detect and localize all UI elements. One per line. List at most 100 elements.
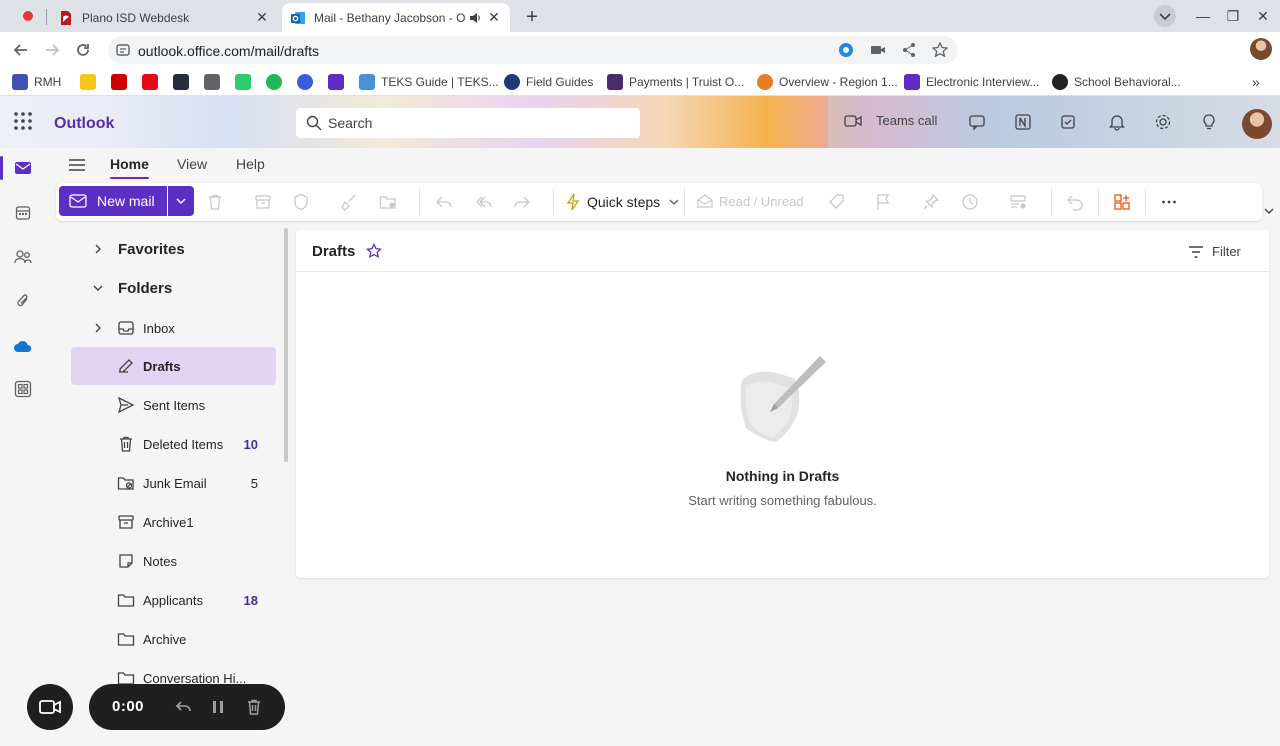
restart-recording-icon[interactable]	[175, 698, 193, 716]
bookmark-payments-truist[interactable]: Payments | Truist O...	[607, 72, 744, 92]
more-bookmarks-icon[interactable]: »	[1252, 72, 1260, 92]
app-launcher-icon[interactable]	[12, 110, 34, 132]
restore-icon[interactable]: ❐	[1218, 0, 1248, 32]
reply-icon[interactable]	[435, 193, 453, 211]
new-tab-button[interactable]: +	[520, 5, 544, 29]
sweep-broom-icon[interactable]	[340, 193, 358, 211]
undo-icon[interactable]	[1066, 193, 1084, 211]
quick-steps-button[interactable]: Quick steps	[565, 189, 660, 215]
bookmark-rmh[interactable]: RMH	[12, 72, 61, 92]
reload-icon[interactable]	[71, 38, 95, 62]
bookmark-green-v[interactable]	[235, 72, 257, 92]
folder-pane-scrollbar[interactable]	[284, 228, 288, 462]
snooze-clock-icon[interactable]	[961, 193, 979, 211]
bookmark-purple[interactable]	[328, 72, 350, 92]
attachment-icon[interactable]	[13, 291, 33, 311]
folder-sent-items[interactable]: Sent Items	[71, 386, 276, 424]
tab-help[interactable]: Help	[236, 156, 265, 172]
minimize-icon[interactable]: —	[1188, 0, 1218, 32]
mail-icon[interactable]	[13, 158, 33, 178]
bookmark-overview-region[interactable]: Overview - Region 1...	[757, 72, 898, 92]
outlook-brand[interactable]: Outlook	[54, 115, 114, 133]
folder-archive1[interactable]: Archive1	[71, 503, 276, 541]
bookmark-school-behavioral[interactable]: School Behavioral...	[1052, 72, 1181, 92]
browser-profile-avatar[interactable]	[1250, 38, 1272, 60]
teams-chat-icon[interactable]	[968, 113, 986, 131]
folder-drafts[interactable]: Drafts	[71, 347, 276, 385]
tab-search-chevron-icon[interactable]	[1150, 0, 1180, 32]
add-ins-apps-icon[interactable]	[1113, 193, 1131, 211]
todo-checklist-icon[interactable]	[1060, 113, 1078, 131]
folder-inbox[interactable]: Inbox	[71, 309, 276, 347]
bookmark-netflix[interactable]	[142, 72, 164, 92]
tab-view[interactable]: View	[177, 156, 207, 172]
bookmark-amazon[interactable]	[173, 72, 195, 92]
bookmark-spotify[interactable]	[266, 72, 288, 92]
bookmark-star-icon[interactable]	[932, 42, 948, 58]
settings-gear-icon[interactable]	[1154, 113, 1172, 131]
categorize-tag-icon[interactable]	[828, 193, 846, 211]
move-to-folder-icon[interactable]	[379, 193, 397, 211]
bookmark-field-guides[interactable]: Field Guides	[504, 72, 593, 92]
report-shield-icon[interactable]	[292, 193, 310, 211]
rules-icon[interactable]	[1009, 193, 1027, 211]
quick-steps-chevron-icon[interactable]	[668, 197, 680, 207]
bookmark-cnn[interactable]	[111, 72, 133, 92]
favorites-section[interactable]: Favorites	[46, 230, 185, 268]
hamburger-menu-icon[interactable]	[68, 156, 86, 174]
calendar-icon[interactable]	[13, 203, 33, 223]
filter-button[interactable]: Filter	[1188, 244, 1241, 259]
onedrive-cloud-icon[interactable]	[13, 336, 33, 356]
people-icon[interactable]	[13, 247, 33, 267]
bookmark-imdb[interactable]	[80, 72, 102, 92]
folder-applicants[interactable]: Applicants 18	[71, 581, 276, 619]
url-bar[interactable]: outlook.office.com/mail/drafts	[108, 36, 958, 64]
folder-junk-email[interactable]: Junk Email 5	[71, 464, 276, 502]
outlook-extension-icon[interactable]	[838, 42, 854, 58]
notifications-bell-icon[interactable]	[1108, 113, 1126, 131]
onenote-feed-icon[interactable]	[1014, 113, 1032, 131]
new-mail-dropdown[interactable]	[168, 186, 194, 216]
site-info-icon[interactable]	[116, 43, 130, 57]
new-mail-button[interactable]: New mail	[59, 186, 167, 216]
bookmark-teks-guide[interactable]: TEKS Guide | TEKS...	[359, 72, 499, 92]
folder-archive[interactable]: Archive	[71, 620, 276, 658]
search-input[interactable]: Search	[296, 108, 640, 138]
pin-icon[interactable]	[922, 193, 940, 211]
forward-icon[interactable]	[40, 38, 64, 62]
recorder-camera-button[interactable]	[27, 684, 73, 730]
more-options-ellipsis-icon[interactable]	[1160, 193, 1178, 211]
teams-call-button[interactable]: Teams call	[844, 113, 937, 128]
close-tab-icon[interactable]: ✕	[486, 9, 502, 26]
tab-plano-isd[interactable]: Plano ISD Webdesk ✕	[50, 3, 278, 32]
delete-icon[interactable]	[206, 193, 224, 211]
reply-all-icon[interactable]	[474, 193, 492, 211]
read-unread-button[interactable]: Read / Unread	[697, 193, 804, 209]
bookmark-grad-cap[interactable]	[204, 72, 226, 92]
close-tab-icon[interactable]: ✕	[254, 9, 270, 26]
share-icon[interactable]	[901, 42, 917, 58]
folder-notes[interactable]: Notes	[71, 542, 276, 580]
pause-icon[interactable]	[209, 698, 227, 716]
flag-icon[interactable]	[874, 193, 892, 211]
camera-icon[interactable]	[870, 42, 886, 58]
tab-home[interactable]: Home	[110, 156, 149, 179]
audio-playing-icon[interactable]	[468, 11, 482, 25]
bookmark-blue[interactable]	[297, 72, 319, 92]
collapse-ribbon-chevron-icon[interactable]	[1262, 204, 1276, 218]
tab-outlook-mail[interactable]: Mail - Bethany Jacobson - O ✕	[282, 3, 510, 32]
forward-icon[interactable]	[513, 193, 531, 211]
more-apps-icon[interactable]	[13, 379, 33, 399]
favorite-star-icon[interactable]	[366, 243, 382, 259]
back-icon[interactable]	[9, 38, 33, 62]
tips-lightbulb-icon[interactable]	[1200, 113, 1218, 131]
close-window-icon[interactable]: ✕	[1248, 0, 1278, 32]
chevron-right-icon[interactable]	[91, 321, 105, 335]
recording-indicator-icon[interactable]	[18, 6, 38, 26]
user-avatar[interactable]	[1242, 109, 1272, 139]
archive-icon[interactable]	[254, 193, 272, 211]
discard-trash-icon[interactable]	[245, 698, 263, 716]
bookmark-electronic-interview[interactable]: Electronic Interview...	[904, 72, 1039, 92]
folder-deleted-items[interactable]: Deleted Items 10	[71, 425, 276, 463]
folders-section[interactable]: Folders	[46, 269, 172, 307]
